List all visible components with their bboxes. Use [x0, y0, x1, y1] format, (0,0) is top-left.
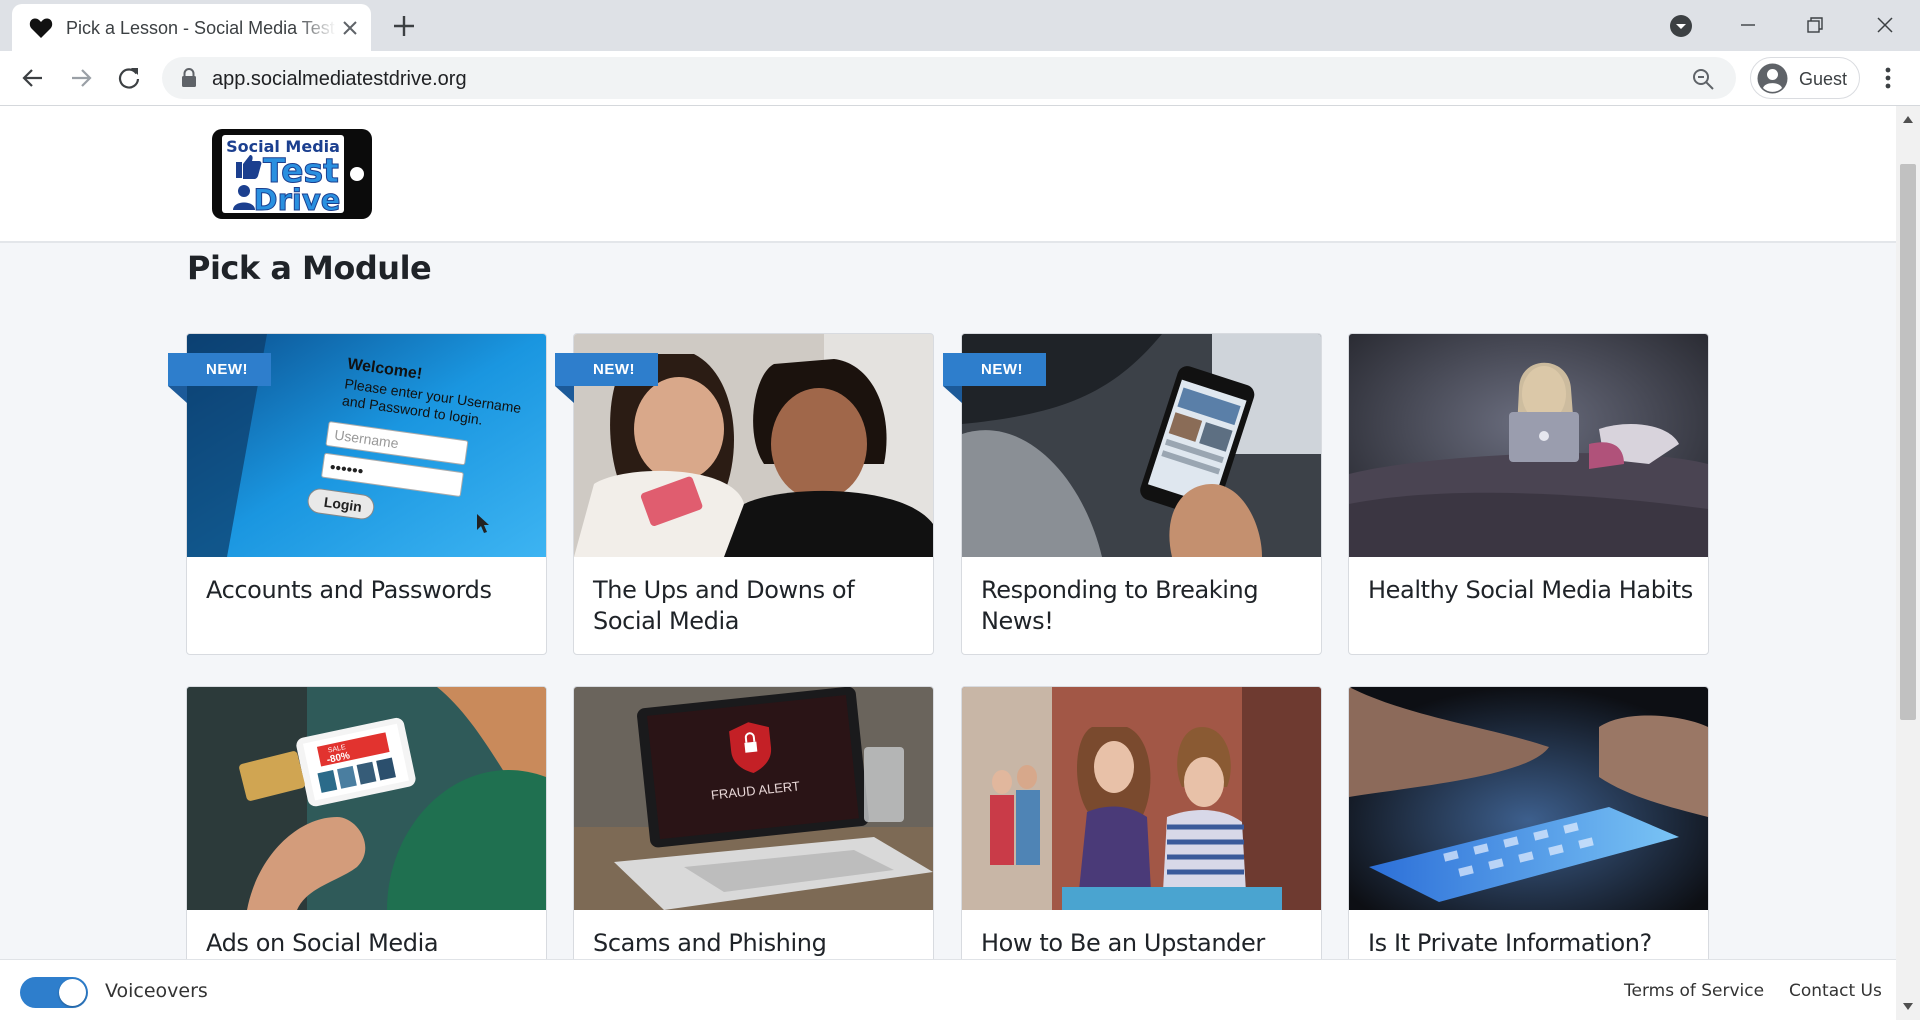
toggle-knob [59, 979, 86, 1006]
scroll-thumb[interactable] [1900, 164, 1916, 720]
page-viewport: Social Media Test Drive Pick a Module We… [0, 106, 1896, 959]
new-tab-icon[interactable] [390, 12, 418, 40]
site-header: Social Media Test Drive [0, 106, 1896, 243]
minimize-icon[interactable] [1733, 10, 1763, 40]
new-badge-fold [943, 386, 962, 403]
module-image-glowing-phone [1349, 687, 1708, 910]
lock-icon[interactable] [180, 68, 198, 88]
forward-arrow-icon[interactable] [67, 64, 95, 92]
new-badge-fold [168, 386, 187, 403]
tab-search-icon[interactable] [1669, 14, 1693, 38]
browser-toolbar: app.socialmediatestdrive.org Guest [0, 51, 1920, 106]
profile-label: Guest [1799, 69, 1848, 89]
new-badge-fold [555, 386, 574, 403]
module-title[interactable]: Ads on Social Media [206, 928, 531, 959]
module-title[interactable]: How to Be an Upstander [981, 928, 1306, 959]
module-title[interactable]: Is It Private Information? [1368, 928, 1693, 959]
page-scrollbar[interactable] [1896, 106, 1920, 1020]
module-title[interactable]: Scams and Phishing [593, 928, 918, 959]
profile-avatar-icon [1757, 63, 1788, 94]
module-card-ups-downs[interactable]: NEW! The Ups and Downs of Social Media [555, 333, 934, 655]
close-window-icon[interactable] [1870, 10, 1900, 40]
module-card-accounts-passwords[interactable]: Welcome! Please enter your Username and … [168, 333, 547, 655]
contact-us-link[interactable]: Contact Us [1789, 981, 1882, 1001]
browser-menu-icon[interactable] [1874, 63, 1902, 93]
module-image-fraud-alert-laptop: FRAUD ALERT [574, 687, 933, 910]
module-card-ads[interactable]: SALE -80% Ads on Social Media [186, 686, 547, 959]
scroll-down-arrow-icon[interactable] [1902, 1002, 1914, 1012]
svg-text:Drive: Drive [254, 183, 341, 217]
back-arrow-icon[interactable] [19, 64, 47, 92]
module-card-scams[interactable]: FRAUD ALERT Scams and Phishing [573, 686, 934, 959]
zoom-icon[interactable] [1690, 66, 1716, 92]
voiceovers-label: Voiceovers [105, 980, 208, 1002]
terms-of-service-link[interactable]: Terms of Service [1624, 981, 1764, 1001]
page-title: Pick a Module [187, 249, 432, 287]
module-title[interactable]: Responding to Breaking News! [981, 575, 1306, 637]
module-title[interactable]: Healthy Social Media Habits [1368, 575, 1693, 606]
module-card-upstander[interactable]: How to Be an Upstander [961, 686, 1322, 959]
module-card-breaking-news[interactable]: NEW! Responding to Breaking News! [943, 333, 1322, 655]
new-badge: NEW! [943, 353, 1046, 386]
site-logo[interactable]: Social Media Test Drive [211, 128, 373, 220]
new-badge: NEW! [168, 353, 271, 386]
browser-tab-bar: Pick a Lesson - Social Media Test Drive [0, 0, 1920, 51]
voiceovers-toggle[interactable] [20, 977, 88, 1008]
browser-tab[interactable]: Pick a Lesson - Social Media Test Drive [12, 4, 371, 51]
scroll-up-arrow-icon[interactable] [1902, 114, 1914, 124]
module-title[interactable]: The Ups and Downs of Social Media [593, 575, 918, 637]
module-title[interactable]: Accounts and Passwords [206, 575, 531, 606]
url-text[interactable]: app.socialmediatestdrive.org [212, 68, 467, 91]
tab-title: Pick a Lesson - Social Media Test Drive [66, 18, 336, 38]
site-footer: Voiceovers Terms of Service Contact Us [0, 959, 1896, 1020]
restore-icon[interactable] [1800, 10, 1830, 40]
module-image-students-hallway [962, 687, 1321, 910]
module-image-shopping-phone: SALE -80% [187, 687, 546, 910]
heart-icon [29, 18, 53, 38]
address-bar[interactable]: app.socialmediatestdrive.org [162, 57, 1736, 99]
close-tab-icon[interactable] [338, 16, 362, 40]
module-card-healthy-habits[interactable]: Healthy Social Media Habits [1348, 333, 1709, 655]
module-image-laptop-in-bed [1349, 334, 1708, 557]
new-badge: NEW! [555, 353, 658, 386]
reload-icon[interactable] [115, 64, 143, 92]
module-card-private-info[interactable]: Is It Private Information? [1348, 686, 1709, 959]
profile-button[interactable]: Guest [1750, 57, 1860, 99]
